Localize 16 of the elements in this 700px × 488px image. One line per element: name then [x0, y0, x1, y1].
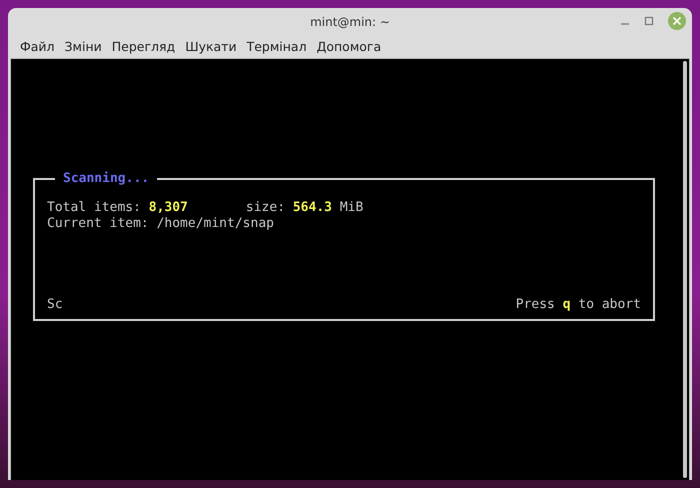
menu-item[interactable]: Зміни — [60, 39, 106, 54]
status-text: Total items: 8,307 — [47, 200, 188, 216]
menu-item[interactable]: Шукати — [181, 39, 241, 54]
close-icon[interactable] — [668, 12, 686, 30]
scrollbar[interactable] — [683, 61, 687, 478]
menu-item[interactable]: Термінал — [242, 39, 311, 54]
status-text: size: 564.3 MiB — [246, 200, 364, 216]
menu-item[interactable]: Допомога — [312, 39, 386, 54]
status-text: Current item: /home/mint/snap — [47, 216, 274, 232]
window-title: mint@min: ~ — [310, 14, 390, 28]
maximize-icon[interactable] — [644, 16, 654, 26]
menu-item[interactable]: Файл — [16, 39, 59, 54]
menu-item[interactable]: Перегляд — [108, 39, 180, 54]
hint-text: Press q to abort — [516, 297, 641, 313]
dialog-title: Scanning... — [55, 171, 158, 187]
footer-text: Sc — [47, 297, 63, 313]
